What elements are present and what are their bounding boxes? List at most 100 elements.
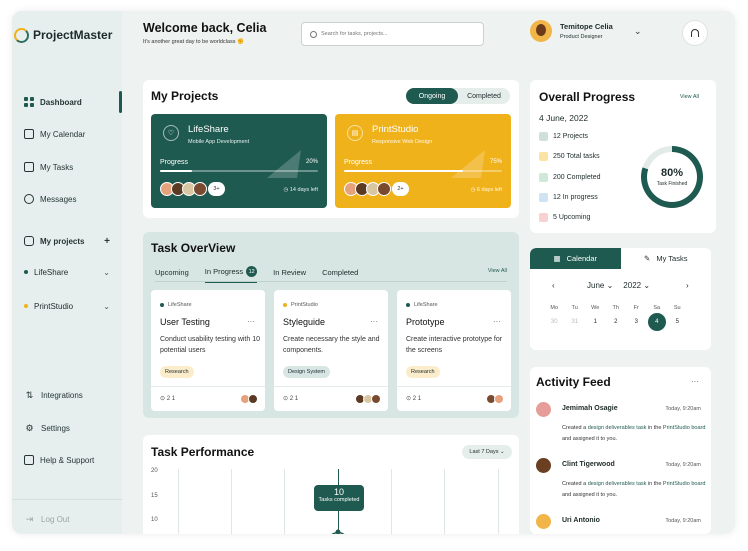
task-project: LifeShare: [160, 302, 192, 308]
next-month-icon[interactable]: ›: [686, 281, 689, 290]
project-dot-icon: [283, 303, 287, 307]
calendar-day[interactable]: 5: [667, 319, 688, 331]
tab-label: Calendar: [566, 254, 598, 263]
logout-button[interactable]: ⇥ Log Out: [12, 508, 122, 530]
view-all-link[interactable]: View All: [488, 268, 507, 274]
tooltip-label: Tasks completed: [318, 497, 360, 503]
activity-text: Created a design deliverables task in th…: [562, 423, 707, 445]
toggle-completed[interactable]: Completed: [458, 88, 510, 104]
grid-line: [498, 469, 499, 534]
project-card-lifeshare[interactable]: ♡ LifeShare Mobile App Development Progr…: [151, 114, 327, 208]
activity-link[interactable]: design deliverables task: [588, 425, 647, 431]
logout-label: Log Out: [41, 514, 70, 524]
tooltip-value: 10: [333, 487, 344, 497]
more-icon[interactable]: ···: [493, 317, 501, 326]
tab-label: My Tasks: [656, 254, 688, 263]
avatar: [494, 394, 504, 404]
task-overview-card: Task OverView Upcoming In Progress 12 In …: [143, 232, 519, 418]
activity-link[interactable]: PrintStudio board: [663, 425, 706, 431]
task-description: Conduct usability testing with 10 potent…: [160, 336, 260, 354]
task-card[interactable]: LifeShare Prototype ··· Create interacti…: [397, 290, 511, 411]
sidebar-my-projects[interactable]: My projects +: [12, 230, 122, 252]
task-meta: ⊙ 2 1: [406, 396, 422, 402]
avatar: [371, 394, 381, 404]
sidebar-project-printstudio[interactable]: PrintStudio ⌄: [12, 295, 122, 317]
sidebar-item-help[interactable]: Help & Support: [12, 449, 122, 471]
dashboard-icon: [24, 97, 34, 107]
calendar-day[interactable]: 2: [606, 319, 627, 331]
search-bar[interactable]: [301, 22, 484, 46]
sidebar-item-messages[interactable]: Messages: [12, 188, 122, 210]
user-menu[interactable]: Temitope Celia Product Designer: [530, 20, 613, 42]
add-project-icon[interactable]: +: [104, 236, 110, 247]
calendar-tabs: ▦ Calendar ✎ My Tasks: [530, 248, 711, 269]
avatar: [377, 182, 391, 196]
more-icon[interactable]: ···: [370, 317, 378, 326]
project-dot-icon: [160, 303, 164, 307]
date-range-select[interactable]: Last 7 Days ⌄: [462, 445, 512, 459]
grid-line: [231, 469, 232, 534]
chevron-down-icon[interactable]: ⌄: [103, 302, 110, 311]
more-icon[interactable]: ···: [247, 317, 255, 326]
activity-name: Jemimah Osagie: [562, 405, 618, 412]
calendar-day[interactable]: 3: [626, 319, 647, 331]
calendar-day[interactable]: 1: [585, 319, 606, 331]
section-title: Activity Feed: [536, 375, 611, 389]
calendar-month-year: June ⌄ 2022 ⌄: [587, 281, 650, 290]
toggle-ongoing[interactable]: Ongoing: [406, 88, 458, 104]
year-select[interactable]: 2022 ⌄: [623, 281, 650, 290]
days-left-text: 14 days left: [289, 187, 318, 193]
progress-ring: 80% Task Finished: [641, 146, 703, 208]
logo[interactable]: ProjectMaster: [12, 25, 122, 45]
clock-icon: [539, 213, 548, 222]
avatar: [536, 514, 551, 529]
messages-icon: [24, 194, 34, 204]
calendar-icon: [24, 129, 34, 139]
sidebar-item-label: Dashboard: [40, 97, 82, 107]
weekday-label: Tu: [571, 305, 578, 311]
chevron-down-icon[interactable]: ⌄: [103, 268, 110, 277]
decorative-shape-icon: [267, 150, 301, 178]
calendar-day[interactable]: 30: [544, 319, 565, 331]
month-select[interactable]: June ⌄: [587, 281, 613, 290]
task-card[interactable]: LifeShare User Testing ··· Conduct usabi…: [151, 290, 265, 411]
task-meta-text: 2 1: [412, 396, 422, 402]
sidebar-item-tasks[interactable]: My Tasks: [12, 156, 122, 178]
check-icon: [539, 173, 548, 182]
progress-bar: [160, 170, 318, 172]
task-meta: ⊙ 2 1: [160, 396, 176, 402]
sidebar-item-label: My Tasks: [40, 162, 74, 172]
more-icon[interactable]: ···: [691, 377, 699, 386]
sidebar-item-dashboard[interactable]: Dashboard: [12, 91, 122, 113]
sidebar-item-settings[interactable]: ⚙ Settings: [12, 417, 122, 439]
more-members-badge: 3+: [208, 182, 225, 196]
sidebar-item-calendar[interactable]: My Calendar: [12, 123, 122, 145]
avatar: [536, 402, 551, 417]
sidebar-project-lifeshare[interactable]: LifeShare ⌄: [12, 261, 122, 283]
search-input[interactable]: [321, 31, 481, 37]
activity-text-part: Created a: [562, 425, 588, 431]
prev-month-icon[interactable]: ‹: [552, 281, 555, 290]
task-card[interactable]: PrintStudio Styleguide ··· Create necess…: [274, 290, 388, 411]
avatar: [193, 182, 207, 196]
shield-icon: ♡: [163, 125, 179, 141]
activity-link[interactable]: design deliverables task: [588, 481, 647, 487]
stat-label: 250 Total tasks: [553, 153, 600, 160]
activity-name: Clint Tigerwood: [562, 461, 615, 468]
y-tick-label: 15: [151, 493, 158, 499]
overall-progress-card: Overall Progress View All 4 June, 2022 1…: [530, 80, 716, 233]
activity-link[interactable]: PrintStudio board: [663, 481, 706, 487]
document-icon: ▤: [347, 125, 363, 141]
calendar-day[interactable]: 31: [565, 319, 586, 331]
sidebar-item-integrations[interactable]: ⇅ Integrations: [12, 384, 122, 406]
project-dot-icon: [406, 303, 410, 307]
tab-my-tasks[interactable]: ✎ My Tasks: [621, 248, 712, 269]
notifications-button[interactable]: [682, 20, 708, 46]
count-badge: 12: [246, 266, 258, 277]
tab-calendar[interactable]: ▦ Calendar: [530, 248, 621, 269]
chevron-down-icon[interactable]: ⌄: [634, 26, 642, 37]
calendar-day-selected[interactable]: 4: [647, 313, 666, 331]
task-title: User Testing: [160, 317, 210, 327]
project-card-printstudio[interactable]: ▤ PrintStudio Responsive Web Design Prog…: [335, 114, 511, 208]
view-all-link[interactable]: View All: [680, 94, 699, 100]
